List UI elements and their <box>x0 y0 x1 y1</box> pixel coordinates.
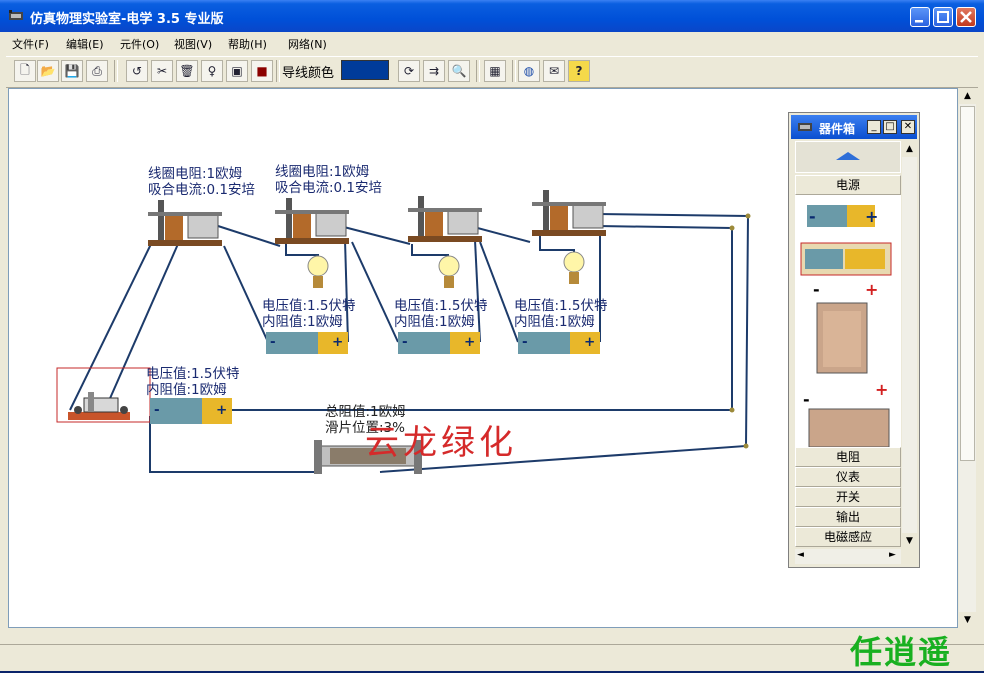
battery-item[interactable]: - + <box>807 205 878 227</box>
toolbox-scroll-up-button[interactable]: ▲ <box>902 141 917 157</box>
bulb-2[interactable] <box>438 255 460 288</box>
scroll-right-icon[interactable]: ► <box>889 550 896 560</box>
minimize-icon: _ <box>871 121 877 132</box>
scroll-up-icon: ▲ <box>964 91 971 101</box>
scroll-down-button[interactable]: ▼ <box>959 612 976 628</box>
canvas-bottom-bar <box>8 630 976 642</box>
voltage-text: 电压值:1.5伏特 <box>514 298 608 314</box>
component-list-images: - + - + - + <box>800 205 892 447</box>
battery-plus-sign: + <box>216 402 228 418</box>
scroll-down-icon: ▼ <box>964 615 971 625</box>
scroll-down-icon: ▼ <box>906 536 913 546</box>
battery-block-item[interactable]: - + <box>813 280 878 374</box>
battery-pack-item[interactable] <box>800 242 892 276</box>
battery-minus-sign: - <box>154 402 160 418</box>
battery-1-label: 电压值:1.5伏特 内阻值:1欧姆 <box>262 298 356 330</box>
battery-minus-sign: - <box>402 334 408 350</box>
category-power[interactable]: 电源 <box>795 175 901 195</box>
scroll-up-button[interactable]: ▲ <box>959 88 976 104</box>
canvas-vertical-scrollbar[interactable]: ▲ ▼ <box>959 88 976 628</box>
relay-1[interactable] <box>148 200 222 246</box>
category-output[interactable]: 输出 <box>795 507 901 527</box>
toolbox-title-bar[interactable]: 器件箱 _ □ ✕ <box>791 115 917 139</box>
battery-plus-sign: + <box>332 334 344 350</box>
status-bar <box>0 644 984 671</box>
toolbox-icon <box>798 123 812 131</box>
svg-text:-: - <box>809 207 816 226</box>
category-meter[interactable]: 仪表 <box>795 467 901 487</box>
pull-in-current-text: 吸合电流:0.1安培 <box>148 182 256 198</box>
category-electromagnetic-induction[interactable]: 电磁感应 <box>795 527 901 547</box>
battery-minus-sign: - <box>270 334 276 350</box>
voltage-text: 电压值:1.5伏特 <box>146 366 240 382</box>
internal-resistance-text: 内阻值:1欧姆 <box>394 314 475 330</box>
svg-text:-: - <box>803 390 810 409</box>
switch-component[interactable] <box>56 367 151 423</box>
voltage-text: 电压值:1.5伏特 <box>262 298 356 314</box>
voltage-text: 电压值:1.5伏特 <box>394 298 488 314</box>
battery-plus-sign: + <box>464 334 476 350</box>
relay-1-label: 线圈电阻:1欧姆 吸合电流:0.1安培 <box>148 166 255 198</box>
category-switch[interactable]: 开关 <box>795 487 901 507</box>
relay-2[interactable] <box>275 198 349 244</box>
scroll-up-icon: ▲ <box>906 144 913 154</box>
relay-3[interactable] <box>408 196 482 242</box>
relay-4[interactable] <box>532 190 606 236</box>
svg-text:+: + <box>875 380 888 399</box>
battery-stack-item[interactable]: - + <box>803 380 890 447</box>
up-arrow-icon <box>836 152 860 160</box>
component-list: - + - + - + <box>795 195 901 447</box>
coil-resistance-text: 线圈电阻:1欧姆 <box>275 164 370 180</box>
close-icon: ✕ <box>903 121 913 132</box>
watermark-red: 云龙绿化 <box>365 423 517 463</box>
bulb-1[interactable] <box>307 255 329 288</box>
relay-2-label: 线圈电阻:1欧姆 吸合电流:0.1安培 <box>275 164 382 196</box>
pull-in-current-text: 吸合电流:0.1安培 <box>275 180 383 196</box>
battery-plus-sign: + <box>584 334 596 350</box>
internal-resistance-text: 内阻值:1欧姆 <box>262 314 343 330</box>
toolbox-page-up-button[interactable] <box>795 141 901 173</box>
battery-4-label: 电压值:1.5伏特 内阻值:1欧姆 <box>146 366 240 398</box>
coil-resistance-text: 线圈电阻:1欧姆 <box>148 166 243 182</box>
svg-text:+: + <box>865 280 878 299</box>
toolbox-vertical-scrollbar[interactable]: ▲ ▼ <box>902 141 917 549</box>
svg-text:-: - <box>813 280 820 299</box>
toolbox-scroll-down-button[interactable]: ▼ <box>902 533 917 549</box>
category-resistor[interactable]: 电阻 <box>795 447 901 467</box>
internal-resistance-text: 内阻值:1欧姆 <box>146 382 227 398</box>
toolbox-title: 器件箱 <box>819 122 856 136</box>
app-window: 仿真物理实验室-电学 3.5 专业版 文件(F) 编辑(E) 元件(O) 视图(… <box>0 0 984 671</box>
component-toolbox: 器件箱 _ □ ✕ 电源 - + - + - + 电阻 仪表 开关 输出 电磁感… <box>788 112 920 568</box>
toolbox-horizontal-scrollbar[interactable]: ◄ ► <box>795 549 901 564</box>
watermark-green: 任逍遥 <box>850 633 953 671</box>
toolbox-close-button[interactable]: ✕ <box>901 120 915 134</box>
scroll-left-icon[interactable]: ◄ <box>797 550 804 560</box>
scroll-thumb[interactable] <box>960 106 975 461</box>
battery-2-label: 电压值:1.5伏特 内阻值:1欧姆 <box>394 298 488 330</box>
svg-text:+: + <box>865 207 878 226</box>
battery-3-label: 电压值:1.5伏特 内阻值:1欧姆 <box>514 298 608 330</box>
toolbox-maximize-button[interactable]: □ <box>883 120 897 134</box>
toolbox-minimize-button[interactable]: _ <box>867 120 881 134</box>
battery-minus-sign: - <box>522 334 528 350</box>
maximize-icon: □ <box>885 121 895 132</box>
bulb-3[interactable] <box>563 251 585 284</box>
internal-resistance-text: 内阻值:1欧姆 <box>514 314 595 330</box>
